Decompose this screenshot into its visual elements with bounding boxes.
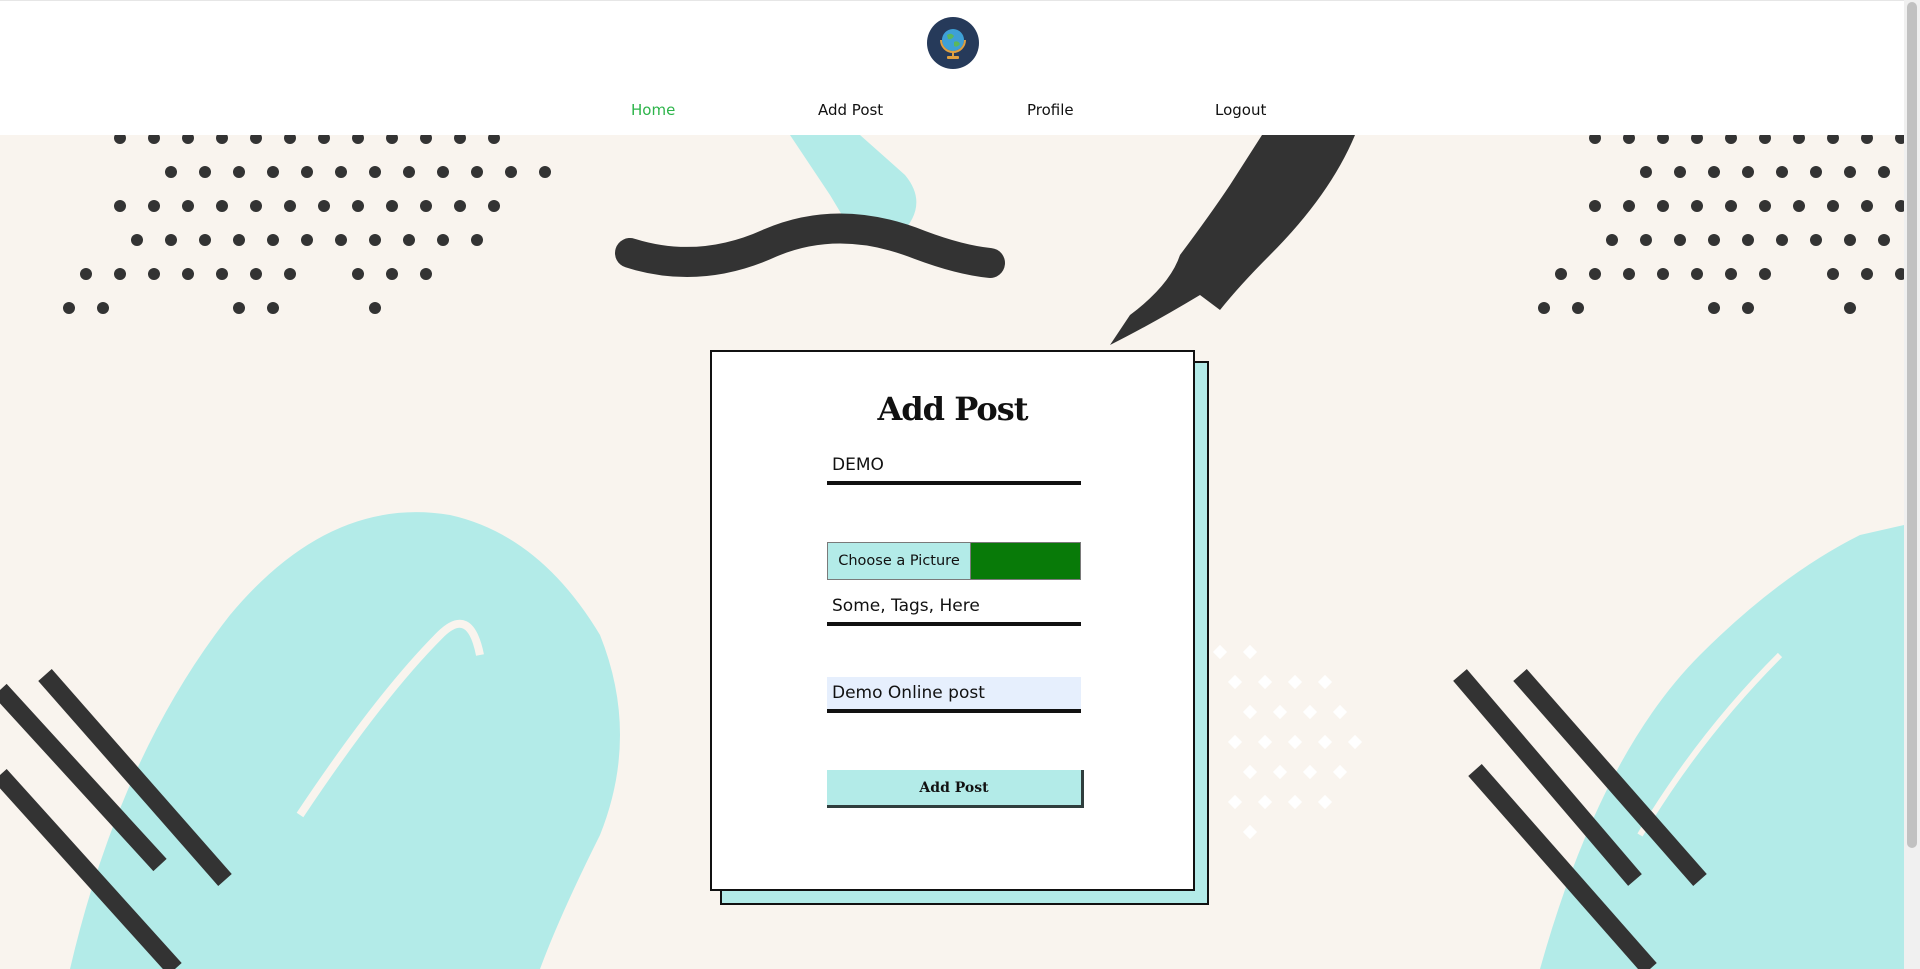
nav-home-link[interactable]: Home bbox=[631, 101, 675, 119]
nav-add-post-link[interactable]: Add Post bbox=[818, 101, 883, 119]
choose-picture-button[interactable]: Choose a Picture bbox=[828, 543, 971, 579]
main-nav: Home Add Post Profile Logout bbox=[0, 101, 1904, 123]
scrollbar-thumb[interactable] bbox=[1907, 2, 1917, 848]
post-title-input[interactable] bbox=[827, 449, 1081, 485]
picture-file-input[interactable]: Choose a Picture bbox=[827, 542, 1081, 580]
globe-icon bbox=[940, 29, 966, 59]
nav-logout-link[interactable]: Logout bbox=[1215, 101, 1266, 119]
description-input[interactable] bbox=[827, 677, 1081, 713]
nav-profile-link[interactable]: Profile bbox=[1027, 101, 1074, 119]
add-post-button[interactable]: Add Post bbox=[827, 770, 1084, 808]
tags-input[interactable] bbox=[827, 590, 1081, 626]
logo[interactable] bbox=[927, 17, 979, 69]
page-scrollbar[interactable] bbox=[1904, 0, 1920, 969]
site-header: Home Add Post Profile Logout bbox=[0, 0, 1904, 135]
form-title: Add Post bbox=[877, 390, 1028, 428]
add-post-form: Add Post Choose a Picture Add Post bbox=[710, 350, 1195, 891]
